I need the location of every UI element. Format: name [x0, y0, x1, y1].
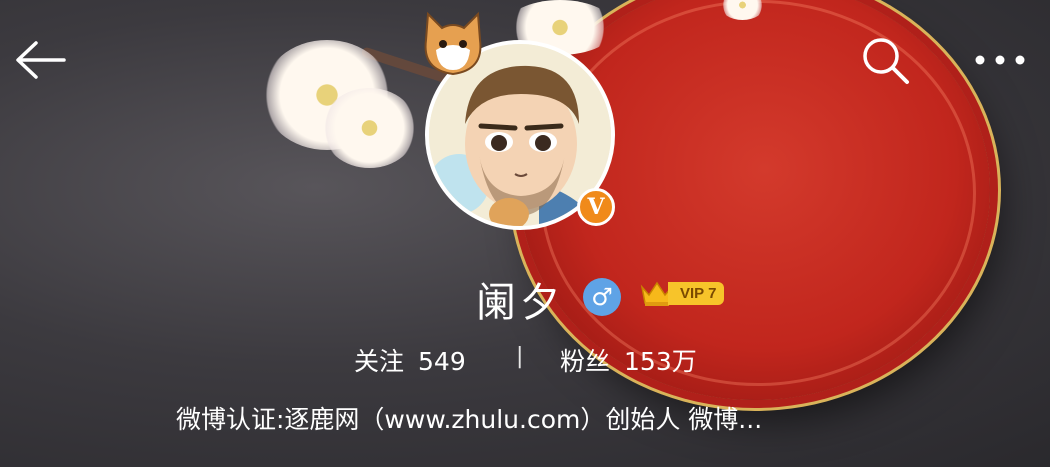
profile-name: 阑夕: [476, 280, 564, 326]
stats-row: 关注 549 | 粉丝 153万: [0, 342, 1050, 378]
name-row: 阑夕 ♂ VIP 7: [0, 268, 1050, 326]
following-stat[interactable]: 关注 549: [354, 342, 466, 378]
following-label: 关注: [354, 347, 405, 376]
back-button[interactable]: [10, 30, 70, 90]
gender-male-icon: ♂: [583, 278, 621, 316]
more-button[interactable]: [970, 30, 1030, 90]
followers-label: 粉丝: [560, 347, 611, 376]
plum-blossom: [322, 88, 417, 168]
stats-divider: |: [516, 344, 524, 369]
more-dots-icon: [975, 55, 1025, 65]
search-button[interactable]: [855, 30, 915, 90]
vip-badge[interactable]: VIP 7: [640, 278, 725, 308]
arrow-left-icon: [16, 41, 66, 79]
search-icon: [863, 38, 909, 84]
vip-level-label: VIP 7: [668, 281, 725, 305]
profile-header: V 阑夕 ♂ VIP 7 关注 549 | 粉丝 153万 微博认证:逐鹿网（www…: [0, 0, 1050, 467]
profile-bio[interactable]: 微博认证:逐鹿网（www.zhulu.com）创始人 微博...: [176, 400, 762, 436]
followers-stat[interactable]: 粉丝 153万: [560, 342, 697, 378]
following-count: 549: [418, 347, 466, 376]
verified-badge[interactable]: V: [577, 188, 615, 226]
cat-sticker-icon: [424, 11, 482, 76]
followers-count: 153万: [624, 347, 697, 376]
